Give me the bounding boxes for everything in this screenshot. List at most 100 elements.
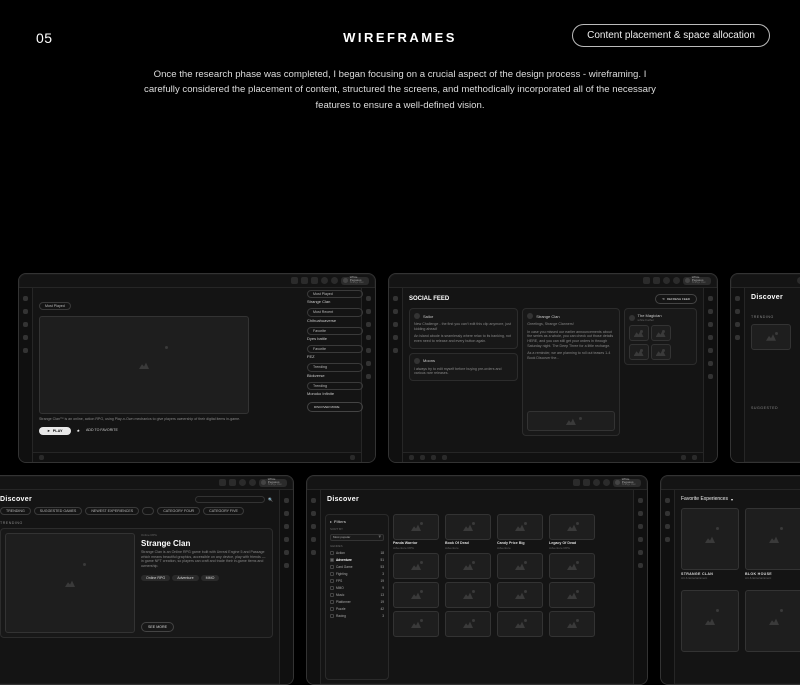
home-icon[interactable] <box>229 479 236 486</box>
notification-icon[interactable] <box>593 479 600 486</box>
hero-card[interactable]: Online RPG Strange Clan Strange Clan is … <box>0 528 273 638</box>
nav-item[interactable] <box>393 296 398 301</box>
rail-item[interactable] <box>708 348 713 353</box>
rail-item[interactable] <box>638 550 643 555</box>
rail-item[interactable] <box>284 511 289 516</box>
tag-value[interactable]: FEZ <box>307 354 363 359</box>
feed-post[interactable]: Strange Clan Greetings, Strange Clanners… <box>522 308 619 436</box>
nav-item[interactable] <box>665 498 670 503</box>
help-icon[interactable] <box>249 479 256 486</box>
filter-chip[interactable]: NEWEST EXPERIENCES <box>85 507 139 515</box>
user-menu[interactable]: White Pegasus Strange Clan <box>613 479 641 487</box>
genre-row[interactable]: FPS19 <box>330 579 384 583</box>
nav-item[interactable] <box>311 511 316 516</box>
game-card[interactable] <box>497 611 543 637</box>
genre-row[interactable]: Puzzle42 <box>330 607 384 611</box>
nav-item[interactable] <box>393 335 398 340</box>
game-card[interactable] <box>445 582 491 608</box>
home-icon[interactable] <box>653 277 660 284</box>
game-card[interactable]: Panda WarriorAdventure RPG <box>393 514 439 550</box>
favorite-card[interactable]: STRANGE CLAN Art & Entertainment <box>681 508 739 580</box>
tag-value[interactable]: Strange Clan <box>307 299 363 304</box>
game-card[interactable]: Legacy Of DeadAdventure RPG <box>549 514 595 550</box>
rail-item[interactable] <box>366 361 371 366</box>
notification-icon[interactable] <box>321 277 328 284</box>
foot-icon[interactable] <box>39 455 44 460</box>
rail-item[interactable] <box>708 322 713 327</box>
rail-item[interactable] <box>366 296 371 301</box>
user-menu[interactable]: White Pegasus Strange Clan <box>683 277 711 285</box>
game-card[interactable] <box>497 553 543 579</box>
nav-item[interactable] <box>393 309 398 314</box>
home-icon[interactable] <box>301 277 308 284</box>
nav-item[interactable] <box>311 537 316 542</box>
genre-row[interactable]: Fighting3 <box>330 572 384 576</box>
rail-item[interactable] <box>366 309 371 314</box>
nav-item[interactable] <box>393 322 398 327</box>
sort-select[interactable]: Most popular <box>330 534 384 541</box>
rail-item[interactable] <box>708 361 713 366</box>
game-card[interactable] <box>497 582 543 608</box>
search-icon[interactable] <box>291 277 298 284</box>
rail-item[interactable] <box>708 296 713 301</box>
genre-row[interactable]: Action18 <box>330 551 384 555</box>
rail-item[interactable] <box>284 498 289 503</box>
foot-icon[interactable] <box>692 455 697 460</box>
rail-item[interactable] <box>638 524 643 529</box>
nav-item[interactable] <box>23 296 28 301</box>
filter-chip[interactable]: CATEGORY FIVE <box>203 507 244 515</box>
game-card[interactable] <box>393 553 439 579</box>
nav-item[interactable] <box>23 322 28 327</box>
filter-chip[interactable]: CATEGORY FOUR <box>157 507 200 515</box>
filter-chip[interactable] <box>142 507 154 515</box>
foot-icon[interactable] <box>350 455 355 460</box>
help-icon[interactable] <box>673 277 680 284</box>
rail-item[interactable] <box>366 348 371 353</box>
help-icon[interactable] <box>603 479 610 486</box>
nav-item[interactable] <box>311 524 316 529</box>
notification-icon[interactable] <box>663 277 670 284</box>
tag-value[interactable]: Chihuahuaverse <box>307 318 363 323</box>
rail-item[interactable] <box>638 498 643 503</box>
foot-icon[interactable] <box>681 455 686 460</box>
favorite-thumb[interactable] <box>745 590 800 652</box>
rail-item[interactable] <box>708 335 713 340</box>
nav-item[interactable] <box>665 511 670 516</box>
share-icon[interactable] <box>431 455 436 460</box>
like-icon[interactable] <box>409 455 414 460</box>
filter-chip[interactable]: TRENDING <box>0 507 31 515</box>
nav-item[interactable] <box>735 296 740 301</box>
home-icon[interactable] <box>583 479 590 486</box>
user-menu[interactable]: White Pegasus Strange Clan <box>341 277 369 285</box>
game-card[interactable] <box>549 553 595 579</box>
help-icon[interactable] <box>331 277 338 284</box>
rail-item[interactable] <box>638 511 643 516</box>
game-card[interactable] <box>549 611 595 637</box>
genre-row[interactable]: Adventure51 <box>330 558 384 562</box>
nav-item[interactable] <box>735 322 740 327</box>
nav-item[interactable] <box>23 348 28 353</box>
genre-row[interactable]: MMO9 <box>330 586 384 590</box>
rail-item[interactable] <box>638 563 643 568</box>
search-icon[interactable] <box>219 479 226 486</box>
favorite-star-icon[interactable]: ★ <box>77 428 80 433</box>
tag-value[interactable]: Blokverse <box>307 373 363 378</box>
rail-item[interactable] <box>366 335 371 340</box>
discover-more-button[interactable]: DISCOVER MORE <box>307 402 363 412</box>
rail-item[interactable] <box>366 322 371 327</box>
search-input[interactable] <box>195 496 265 503</box>
rail-item[interactable] <box>284 550 289 555</box>
see-more-button[interactable]: SEE MORE <box>141 622 174 632</box>
rail-item[interactable] <box>708 309 713 314</box>
filters-label[interactable]: Filters <box>334 519 346 524</box>
nav-item[interactable] <box>23 309 28 314</box>
dropdown-icon[interactable]: ▾ <box>731 497 733 502</box>
nav-item[interactable] <box>23 335 28 340</box>
nav-item[interactable] <box>665 537 670 542</box>
rail-item[interactable] <box>638 537 643 542</box>
rail-item[interactable] <box>366 374 371 379</box>
game-card[interactable] <box>445 611 491 637</box>
favorite-card[interactable]: BLOK HOUSE Art & Entertainment <box>745 508 800 580</box>
tag-value[interactable]: Dyes battle <box>307 336 363 341</box>
notification-icon[interactable] <box>239 479 246 486</box>
